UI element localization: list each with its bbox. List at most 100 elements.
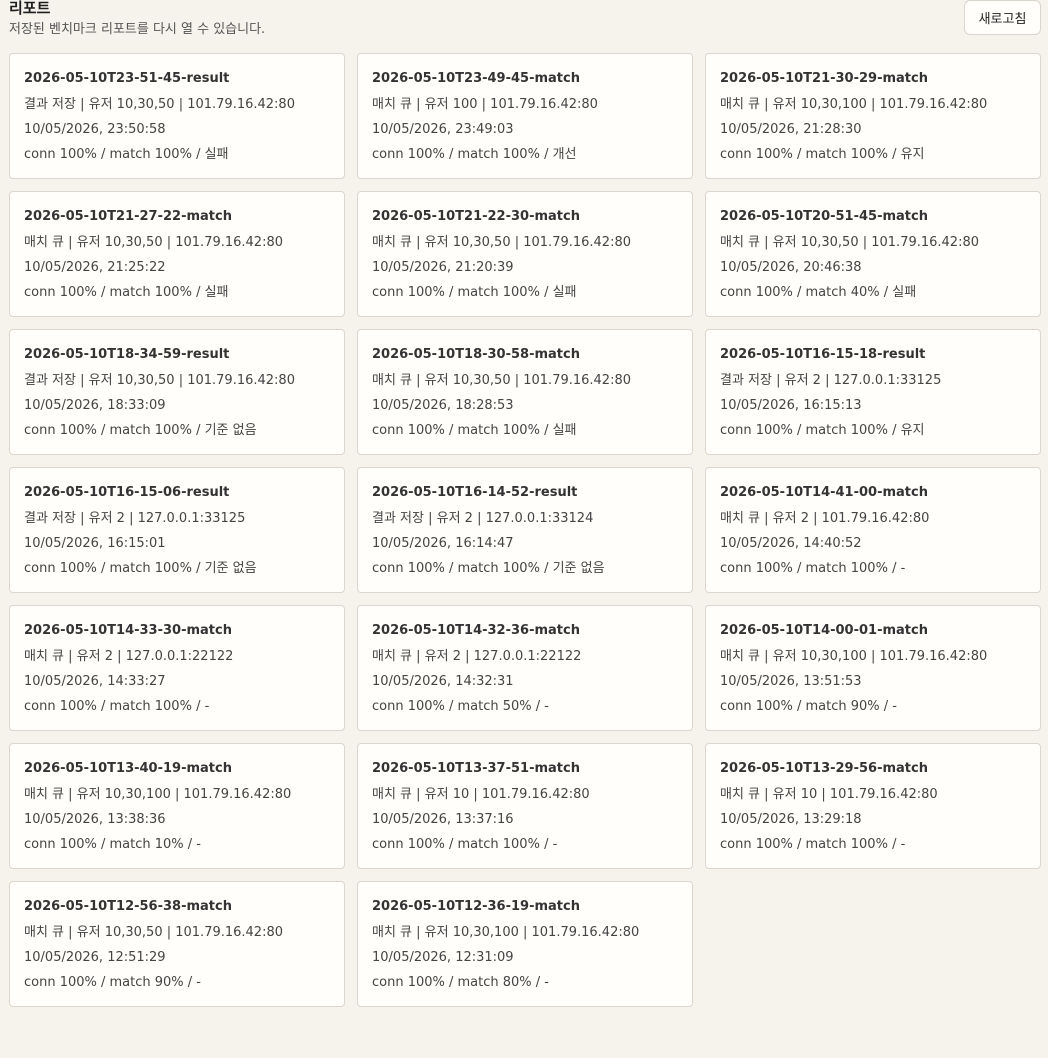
report-info: 매치 큐 | 유저 10,30,50 | 101.79.16.42:80 bbox=[372, 235, 632, 250]
report-info: 결과 저장 | 유저 2 | 127.0.0.1:33125 bbox=[720, 373, 942, 388]
report-title: 2026-05-10T23-51-45-result bbox=[24, 71, 230, 86]
report-summary: conn 100% / match 100% / 실패 bbox=[372, 285, 577, 300]
report-summary: conn 100% / match 100% / 실패 bbox=[372, 423, 577, 438]
report-title: 2026-05-10T13-29-56-match bbox=[720, 761, 928, 776]
report-card[interactable]: 2026-05-10T12-56-38-match 매치 큐 | 유저 10,3… bbox=[9, 881, 345, 1007]
report-date: 10/05/2026, 14:32:31 bbox=[372, 674, 514, 689]
report-date: 10/05/2026, 13:38:36 bbox=[24, 812, 166, 827]
report-info: 매치 큐 | 유저 10,30,50 | 101.79.16.42:80 bbox=[24, 925, 284, 940]
report-card[interactable]: 2026-05-10T12-36-19-match 매치 큐 | 유저 10,3… bbox=[357, 881, 693, 1007]
report-summary: conn 100% / match 90% / - bbox=[720, 699, 897, 714]
report-info: 결과 저장 | 유저 2 | 127.0.0.1:33124 bbox=[372, 511, 594, 526]
report-summary: conn 100% / match 100% / - bbox=[720, 837, 906, 852]
report-date: 10/05/2026, 23:50:58 bbox=[24, 122, 166, 137]
report-date: 10/05/2026, 23:49:03 bbox=[372, 122, 514, 137]
report-title: 2026-05-10T23-49-45-match bbox=[372, 71, 580, 86]
report-summary: conn 100% / match 90% / - bbox=[24, 975, 201, 990]
report-summary: conn 100% / match 100% / 기준 없음 bbox=[24, 423, 257, 438]
report-date: 10/05/2026, 16:15:13 bbox=[720, 398, 862, 413]
page-title: 리포트 bbox=[9, 0, 51, 17]
report-grid: 2026-05-10T23-51-45-result 결과 저장 | 유저 10… bbox=[9, 53, 1041, 1007]
report-info: 결과 저장 | 유저 10,30,50 | 101.79.16.42:80 bbox=[24, 97, 295, 112]
report-card[interactable]: 2026-05-10T18-34-59-result 결과 저장 | 유저 10… bbox=[9, 329, 345, 455]
refresh-button[interactable]: 새로고침 bbox=[964, 0, 1041, 35]
report-card[interactable]: 2026-05-10T14-00-01-match 매치 큐 | 유저 10,3… bbox=[705, 605, 1041, 731]
report-title: 2026-05-10T18-34-59-result bbox=[24, 347, 230, 362]
report-date: 10/05/2026, 16:14:47 bbox=[372, 536, 514, 551]
report-date: 10/05/2026, 21:25:22 bbox=[24, 260, 166, 275]
report-date: 10/05/2026, 21:28:30 bbox=[720, 122, 862, 137]
report-summary: conn 100% / match 100% / 실패 bbox=[24, 147, 229, 162]
report-title: 2026-05-10T14-41-00-match bbox=[720, 485, 928, 500]
report-title: 2026-05-10T21-27-22-match bbox=[24, 209, 232, 224]
report-summary: conn 100% / match 40% / 실패 bbox=[720, 285, 917, 300]
report-title: 2026-05-10T21-22-30-match bbox=[372, 209, 580, 224]
report-summary: conn 100% / match 100% / 유지 bbox=[720, 423, 925, 438]
report-title: 2026-05-10T20-51-45-match bbox=[720, 209, 928, 224]
report-date: 10/05/2026, 18:33:09 bbox=[24, 398, 166, 413]
report-card[interactable]: 2026-05-10T18-30-58-match 매치 큐 | 유저 10,3… bbox=[357, 329, 693, 455]
report-card[interactable]: 2026-05-10T13-29-56-match 매치 큐 | 유저 10 |… bbox=[705, 743, 1041, 869]
report-title: 2026-05-10T16-15-06-result bbox=[24, 485, 230, 500]
report-title: 2026-05-10T18-30-58-match bbox=[372, 347, 580, 362]
report-info: 매치 큐 | 유저 10,30,100 | 101.79.16.42:80 bbox=[720, 649, 988, 664]
report-title: 2026-05-10T12-56-38-match bbox=[24, 899, 232, 914]
report-summary: conn 100% / match 100% / 기준 없음 bbox=[24, 561, 257, 576]
report-info: 매치 큐 | 유저 10,30,50 | 101.79.16.42:80 bbox=[24, 235, 284, 250]
report-date: 10/05/2026, 13:29:18 bbox=[720, 812, 862, 827]
report-info: 매치 큐 | 유저 10,30,100 | 101.79.16.42:80 bbox=[372, 925, 640, 940]
report-title: 2026-05-10T13-40-19-match bbox=[24, 761, 232, 776]
report-summary: conn 100% / match 100% / 개선 bbox=[372, 147, 577, 162]
report-date: 10/05/2026, 13:37:16 bbox=[372, 812, 514, 827]
report-date: 10/05/2026, 18:28:53 bbox=[372, 398, 514, 413]
report-card[interactable]: 2026-05-10T21-27-22-match 매치 큐 | 유저 10,3… bbox=[9, 191, 345, 317]
report-summary: conn 100% / match 100% / - bbox=[372, 837, 558, 852]
report-card[interactable]: 2026-05-10T21-30-29-match 매치 큐 | 유저 10,3… bbox=[705, 53, 1041, 179]
report-info: 매치 큐 | 유저 10,30,50 | 101.79.16.42:80 bbox=[720, 235, 980, 250]
report-card[interactable]: 2026-05-10T14-32-36-match 매치 큐 | 유저 2 | … bbox=[357, 605, 693, 731]
report-date: 10/05/2026, 16:15:01 bbox=[24, 536, 166, 551]
report-summary: conn 100% / match 10% / - bbox=[24, 837, 201, 852]
report-summary: conn 100% / match 100% / 기준 없음 bbox=[372, 561, 605, 576]
report-info: 매치 큐 | 유저 100 | 101.79.16.42:80 bbox=[372, 97, 598, 112]
report-title: 2026-05-10T21-30-29-match bbox=[720, 71, 928, 86]
report-card[interactable]: 2026-05-10T16-14-52-result 결과 저장 | 유저 2 … bbox=[357, 467, 693, 593]
report-summary: conn 100% / match 100% / 실패 bbox=[24, 285, 229, 300]
page-header: 리포트 저장된 벤치마크 리포트를 다시 열 수 있습니다. 새로고침 bbox=[9, 0, 1041, 48]
report-date: 10/05/2026, 14:40:52 bbox=[720, 536, 862, 551]
report-info: 매치 큐 | 유저 10 | 101.79.16.42:80 bbox=[720, 787, 938, 802]
report-date: 10/05/2026, 20:46:38 bbox=[720, 260, 862, 275]
report-summary: conn 100% / match 50% / - bbox=[372, 699, 549, 714]
report-date: 10/05/2026, 12:51:29 bbox=[24, 950, 166, 965]
report-card[interactable]: 2026-05-10T13-37-51-match 매치 큐 | 유저 10 |… bbox=[357, 743, 693, 869]
report-card[interactable]: 2026-05-10T13-40-19-match 매치 큐 | 유저 10,3… bbox=[9, 743, 345, 869]
report-info: 매치 큐 | 유저 2 | 101.79.16.42:80 bbox=[720, 511, 930, 526]
report-info: 매치 큐 | 유저 2 | 127.0.0.1:22122 bbox=[24, 649, 234, 664]
report-title: 2026-05-10T16-15-18-result bbox=[720, 347, 926, 362]
report-summary: conn 100% / match 100% / - bbox=[24, 699, 210, 714]
report-card[interactable]: 2026-05-10T14-41-00-match 매치 큐 | 유저 2 | … bbox=[705, 467, 1041, 593]
report-title: 2026-05-10T14-32-36-match bbox=[372, 623, 580, 638]
report-summary: conn 100% / match 100% / 유지 bbox=[720, 147, 925, 162]
report-title: 2026-05-10T13-37-51-match bbox=[372, 761, 580, 776]
report-card[interactable]: 2026-05-10T23-49-45-match 매치 큐 | 유저 100 … bbox=[357, 53, 693, 179]
report-title: 2026-05-10T12-36-19-match bbox=[372, 899, 580, 914]
report-card[interactable]: 2026-05-10T16-15-06-result 결과 저장 | 유저 2 … bbox=[9, 467, 345, 593]
report-title: 2026-05-10T14-33-30-match bbox=[24, 623, 232, 638]
report-title: 2026-05-10T14-00-01-match bbox=[720, 623, 928, 638]
report-card[interactable]: 2026-05-10T14-33-30-match 매치 큐 | 유저 2 | … bbox=[9, 605, 345, 731]
report-card[interactable]: 2026-05-10T21-22-30-match 매치 큐 | 유저 10,3… bbox=[357, 191, 693, 317]
report-card[interactable]: 2026-05-10T20-51-45-match 매치 큐 | 유저 10,3… bbox=[705, 191, 1041, 317]
report-info: 매치 큐 | 유저 10,30,50 | 101.79.16.42:80 bbox=[372, 373, 632, 388]
report-card[interactable]: 2026-05-10T16-15-18-result 결과 저장 | 유저 2 … bbox=[705, 329, 1041, 455]
report-info: 매치 큐 | 유저 10 | 101.79.16.42:80 bbox=[372, 787, 590, 802]
report-date: 10/05/2026, 14:33:27 bbox=[24, 674, 166, 689]
report-summary: conn 100% / match 100% / - bbox=[720, 561, 906, 576]
report-summary: conn 100% / match 80% / - bbox=[372, 975, 549, 990]
report-info: 매치 큐 | 유저 10,30,100 | 101.79.16.42:80 bbox=[720, 97, 988, 112]
page-subtitle: 저장된 벤치마크 리포트를 다시 열 수 있습니다. bbox=[9, 22, 266, 37]
report-card[interactable]: 2026-05-10T23-51-45-result 결과 저장 | 유저 10… bbox=[9, 53, 345, 179]
report-date: 10/05/2026, 12:31:09 bbox=[372, 950, 514, 965]
report-title: 2026-05-10T16-14-52-result bbox=[372, 485, 578, 500]
report-date: 10/05/2026, 13:51:53 bbox=[720, 674, 862, 689]
